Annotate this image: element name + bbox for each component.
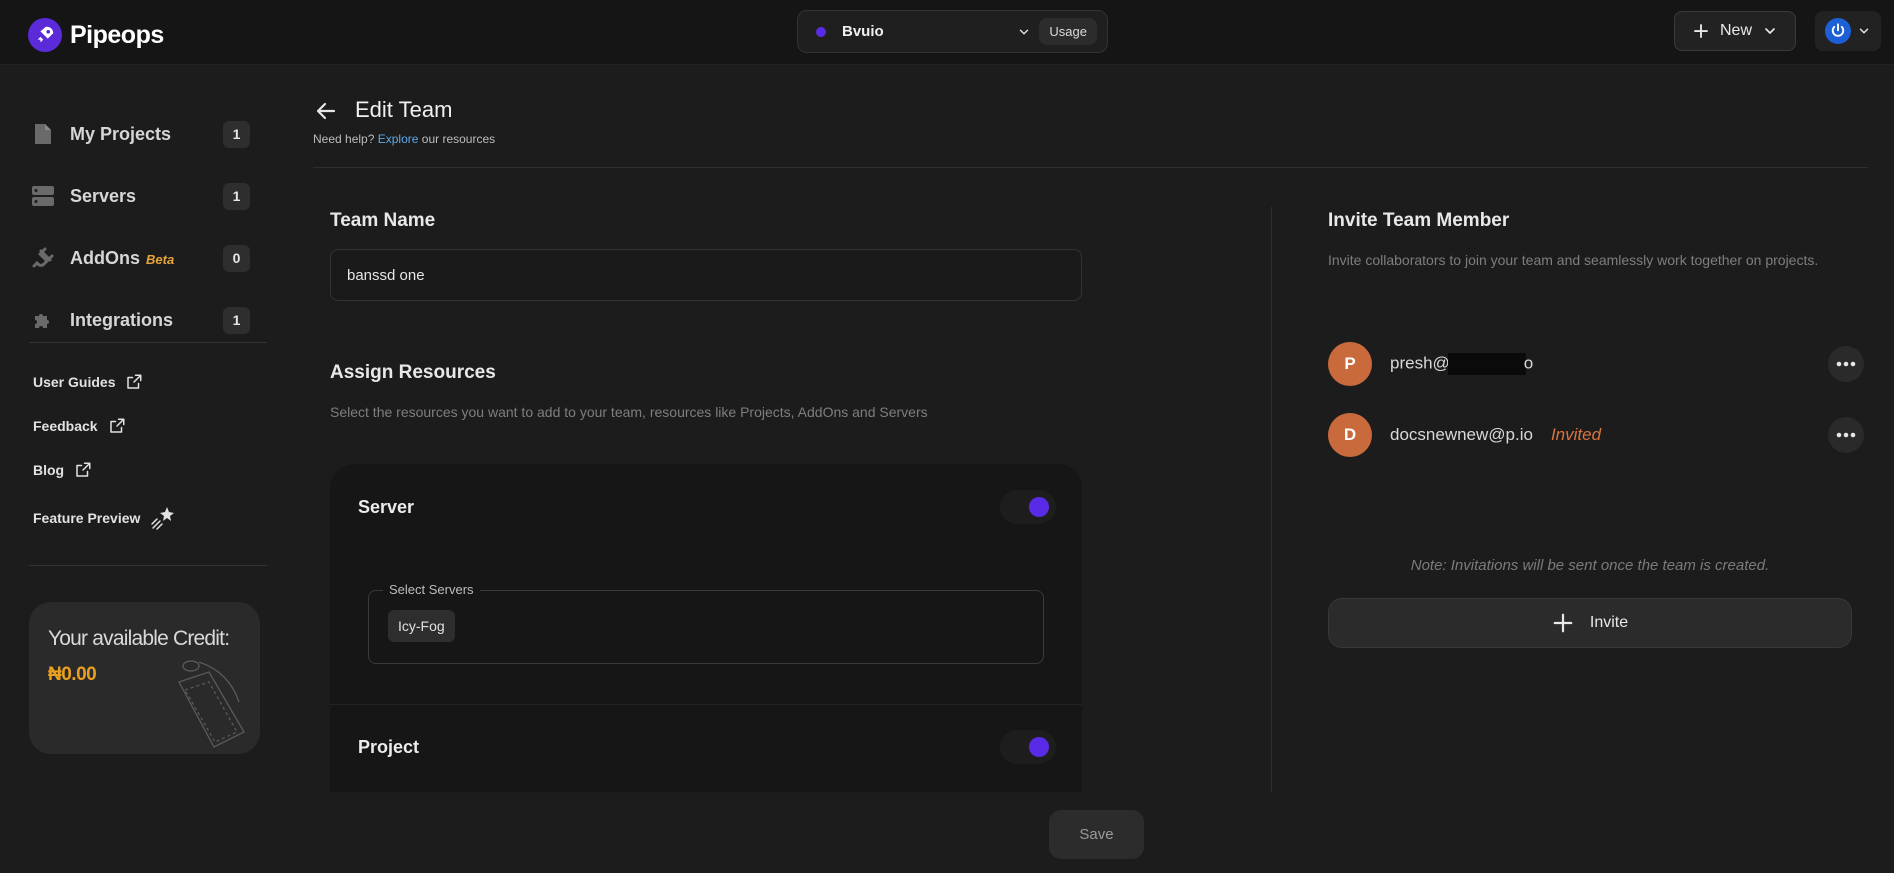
server-label: Server [358,497,415,517]
chevron-down-icon[interactable] [1017,25,1031,39]
link-label: Blog [33,462,65,478]
plus-icon [1694,24,1708,38]
logo[interactable]: Pipeops [28,18,164,52]
help-prefix: Need help? [313,132,375,146]
email-start: presh@ [1390,353,1450,373]
save-button[interactable]: Save [1049,810,1144,859]
sidebar-item-my-projects[interactable]: My Projects 1 [30,114,250,154]
ellipsis-icon [1836,432,1856,438]
member-email: docsnewnew@p.io [1390,425,1533,444]
power-icon [1825,18,1851,44]
count-badge: 1 [223,306,250,334]
card-divider [330,704,1082,705]
redacted-block [1447,353,1526,375]
avatar: D [1328,413,1372,457]
feature-preview-link[interactable]: Feature Preview [33,505,176,531]
new-button-label: New [1719,22,1752,39]
feedback-link[interactable]: Feedback [33,417,126,435]
page-title: Edit Team [355,97,453,122]
header-divider [313,167,1868,168]
sidebar: My Projects 1 Servers 1 AddOns Beta 0 Int… [0,66,280,873]
workspace-name: Bvuio [842,23,884,40]
server-toggle[interactable] [1000,490,1056,524]
sidebar-item-label: Servers [70,185,137,206]
invite-button[interactable]: Invite [1328,598,1852,648]
invite-description: Invite collaborators to join your team a… [1328,252,1819,268]
invite-title: Invite Team Member [1328,210,1510,231]
count-badge: 0 [223,244,250,272]
user-guides-link[interactable]: User Guides [33,373,143,391]
external-link-icon [76,462,91,477]
workspace-selector[interactable]: Bvuio Usage [797,10,1108,53]
chevron-down-icon [1859,28,1869,34]
explore-link[interactable]: Explore [378,132,419,146]
top-bar: Pipeops Bvuio Usage New [0,0,1894,65]
rocket-icon [28,18,62,52]
sidebar-item-label: AddOns Beta [70,248,223,269]
server-chip[interactable]: Icy-Fog [388,610,455,642]
credit-card: Your available Credit: ₦0.00 [29,602,260,754]
project-toggle[interactable] [1000,730,1056,764]
external-link-icon [127,374,142,389]
beta-badge: Beta [146,251,175,267]
avatar: P [1328,342,1372,386]
chevron-down-icon [1765,28,1775,34]
back-arrow-icon[interactable] [314,99,338,123]
sidebar-divider [29,342,267,343]
blog-link[interactable]: Blog [33,461,92,479]
usage-button[interactable]: Usage [1039,18,1097,45]
toggle-knob [1029,497,1049,517]
assign-resources-title: Assign Resources [330,362,496,383]
invite-note: Note: Invitations will be sent once the … [1410,557,1770,574]
logo-text: Pipeops [70,20,164,49]
profile-menu-button[interactable] [1815,11,1881,51]
email-end: o [1523,353,1534,373]
link-label: User Guides [33,374,116,390]
member-row: P presh@ o [1328,342,1868,386]
sidebar-item-label: My Projects [70,123,172,144]
sidebar-divider [29,565,267,566]
credit-value: ₦0.00 [48,664,97,685]
ellipsis-icon [1836,361,1856,367]
file-icon [30,121,56,147]
new-button[interactable]: New [1674,11,1796,51]
sidebar-item-servers[interactable]: Servers 1 [30,176,250,216]
resource-card: Server Select Servers Icy-Fog Project [330,464,1082,792]
member-email: presh@ o [1390,353,1533,375]
team-name-label: Team Name [330,210,436,231]
invite-button-label: Invite [1589,614,1629,631]
member-options-button[interactable] [1828,417,1864,453]
count-badge: 1 [223,120,250,148]
sidebar-item-label: Integrations [70,309,174,330]
toggle-knob [1029,737,1049,757]
member-row: D docsnewnew@p.io Invited [1328,413,1868,457]
assign-resources-description: Select the resources you want to add to … [330,404,928,420]
sidebar-item-integrations[interactable]: Integrations 1 [30,300,250,340]
select-servers-field[interactable]: Select Servers Icy-Fog [368,582,1044,664]
puzzle-icon [30,307,56,333]
addons-label: AddOns [70,247,140,268]
wallet-illustration-icon [178,660,245,748]
external-link-icon [109,418,125,433]
sidebar-item-addons[interactable]: AddOns Beta 0 [30,238,250,278]
sparkle-icon [151,507,175,530]
column-divider [1271,207,1272,792]
help-suffix: our resources [421,132,496,146]
plus-icon [1553,613,1573,633]
project-label: Project [358,737,420,757]
help-text: Need help? Explore our resources [313,132,495,146]
link-label: Feedback [33,418,98,434]
member-options-button[interactable] [1828,346,1864,382]
plug-icon [30,245,56,271]
invited-status: Invited [1550,425,1602,444]
count-badge: 1 [223,182,250,210]
select-servers-label: Select Servers [383,582,480,597]
workspace-dot-icon [816,26,826,37]
team-name-input[interactable]: banssd one [330,249,1082,301]
server-icon [30,183,56,209]
link-label: Feature Preview [33,510,141,526]
credit-title: Your available Credit: [48,627,230,650]
